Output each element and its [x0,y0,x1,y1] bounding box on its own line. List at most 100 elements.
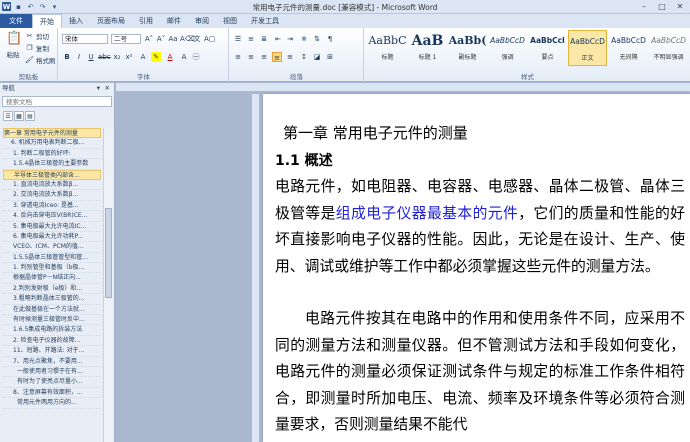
nav-item[interactable]: 1. 直流电流放大系数β... [3,180,101,191]
horizontal-ruler[interactable] [116,83,690,91]
nav-item[interactable]: 6. 机械万用电表判断二极... [3,138,101,149]
phonetic-guide-icon[interactable]: 文 [192,34,202,44]
style-no-spacing[interactable]: AaBbCcD 无间隔 [609,30,648,66]
nav-item[interactable]: 第一章 常用电子元件的测量 [3,128,101,139]
nav-item[interactable]: 3. 穿透电流Iceo: 是基... [3,201,101,212]
tab-review[interactable]: 审阅 [188,14,216,28]
document-page[interactable]: 第一章 常用电子元件的测量 1.1 概述 电路元件，如电阻器、电容器、电感器、晶… [263,94,690,442]
nav-item[interactable]: 2. 检查电子仪器的故障... [3,336,101,347]
show-marks-icon[interactable]: ¶ [325,34,335,44]
style-emphasis[interactable]: AaBbCcD 强调 [488,30,527,66]
nav-item[interactable]: 在此做基极在一个方法就... [3,305,101,316]
format-painter-button[interactable]: 🖌 格式刷 [25,55,55,66]
maximize-icon[interactable]: □ [654,1,670,12]
nav-item[interactable]: 常用元件两用方向的... [3,398,101,409]
nav-item[interactable]: 5. 集电极最大允许电流IC... [3,222,101,232]
borders-icon[interactable]: ⊞ [325,52,335,62]
tab-references[interactable]: 引用 [132,14,160,28]
line-spacing-icon[interactable]: ↕ [299,52,309,62]
bold-icon[interactable]: B [62,52,72,62]
font-size-select[interactable]: 二号 [111,34,141,44]
grow-font-icon[interactable]: A˄ [144,34,154,44]
close-icon[interactable]: ✕ [672,1,688,12]
copy-button[interactable]: ❐ 复制 [25,43,49,54]
multilevel-list-icon[interactable]: ≣ [259,34,269,44]
tab-mailings[interactable]: 邮件 [160,14,188,28]
nav-item[interactable]: 有时候测量三极管时反中... [3,315,101,326]
chapter-heading[interactable]: 第一章 常用电子元件的测量 [283,122,468,143]
nav-item[interactable]: 1. 判断二极管的好坏: [3,149,101,160]
align-right-icon[interactable]: ≡ [259,52,269,62]
nav-item[interactable]: 1.5.5晶体三极管管型和管... [3,253,101,264]
nav-item[interactable]: 6. 集电极最大允许功耗P... [3,232,101,243]
sort-icon[interactable]: ⇅ [312,34,322,44]
headings-view-icon[interactable]: ☰ [3,111,13,121]
tab-home[interactable]: 开始 [32,14,62,28]
font-color-icon[interactable]: A [165,52,175,62]
text-effects-icon[interactable]: A [138,52,148,62]
align-left-icon[interactable]: ≡ [233,52,243,62]
minimize-icon[interactable]: – [636,1,652,12]
nav-scrollbar[interactable] [103,128,113,442]
shading-icon[interactable]: ◪ [312,52,322,62]
nav-item[interactable]: 4. 反向击穿电压V(BR)CE... [3,211,101,222]
pages-view-icon[interactable]: ▦ [14,111,24,121]
superscript-icon[interactable]: x² [124,52,134,62]
align-center-icon[interactable]: ≡ [246,52,256,62]
char-shading-icon[interactable]: A [179,52,189,62]
paste-button[interactable]: 📋 粘贴 [3,31,23,59]
enclose-char-icon[interactable]: ㊀ [191,52,201,62]
strikethrough-icon[interactable]: abc [98,52,111,62]
cut-button[interactable]: ✂ 剪切 [25,31,49,42]
nav-item[interactable]: VCEO、ICM、PCM的值... [3,242,101,253]
nav-item[interactable]: 2. 交流电流放大系数β... [3,190,101,201]
style-subtitle[interactable]: AaBb( 副标题 [448,30,487,66]
style-subtle-emphasis[interactable]: AaBbCcD 不明显强调 [649,30,688,66]
highlight-icon[interactable]: ✎ [151,52,161,62]
nav-item[interactable]: 1.5.4晶体三极管的主要参数 [3,159,101,170]
style-title[interactable]: AaBbC 标题 [368,30,407,66]
numbering-icon[interactable]: ≡ [246,34,256,44]
font-name-select[interactable]: 宋体 [62,34,108,44]
subscript-icon[interactable]: x₂ [112,52,122,62]
chinese-layout-icon[interactable]: ※ [299,34,309,44]
style-heading-1[interactable]: AaB 标题 1 [408,30,447,66]
vertical-ruler[interactable] [252,94,260,442]
body-paragraph-1[interactable]: 电路元件，如电阻器、电容器、电感器、晶体二极管、晶体三极管等是组成电子仪器最基本… [275,174,685,280]
style-strong[interactable]: AaBbCcI 要点 [528,30,567,66]
char-border-icon[interactable]: A▢ [204,34,215,44]
tab-view[interactable]: 视图 [216,14,244,28]
clear-format-icon[interactable]: A⌫ [180,34,195,44]
tab-file[interactable]: 文件 [0,14,32,28]
distributed-icon[interactable]: ≡ [285,52,295,62]
nav-item[interactable]: 3.粗略判断晶体三极管的... [3,294,101,305]
nav-item[interactable]: 根据晶体管P－N结正向... [3,273,101,284]
justify-icon[interactable]: ≡ [272,52,282,62]
decrease-indent-icon[interactable]: ⇤ [273,34,283,44]
nav-scrollbar-thumb[interactable] [105,208,112,298]
underline-icon[interactable]: U [86,52,96,62]
nav-item[interactable]: 11、短路、开路法: 对于... [3,346,101,357]
nav-menu-icon[interactable]: ▾ [97,83,100,94]
nav-close-icon[interactable]: ✕ [105,83,110,94]
nav-item[interactable]: 1. 判别管型和基极（b极... [3,263,101,274]
style-normal[interactable]: AaBbCcD 正文 [568,30,607,66]
tab-developer[interactable]: 开发工具 [244,14,286,28]
nav-item[interactable]: 7、用光点聚焦，不要用... [3,357,101,367]
nav-item[interactable]: 8、注意屏幕有效面积，... [3,388,101,399]
nav-item[interactable]: 1.6.5集成电路的拆装方法 [3,325,101,336]
tab-page-layout[interactable]: 页面布局 [90,14,132,28]
italic-icon[interactable]: I [74,52,84,62]
nav-item[interactable]: 一般使用者习惯于在有... [3,367,101,378]
nav-item[interactable]: 半导体三极管类内部含... [3,169,101,180]
bullets-icon[interactable]: ☰ [233,34,243,44]
nav-item[interactable]: 有时为了使亮点尽量小... [3,377,101,388]
section-heading[interactable]: 1.1 概述 [275,150,333,170]
nav-item[interactable]: 2.判别发射极（e极）和... [3,284,101,295]
body-paragraph-2[interactable]: 电路元件按其在电路中的作用和使用条件不同，应采用不同的测量方法和测量仪器。但不管… [275,306,685,439]
nav-search-input[interactable]: 搜索文档 [2,96,112,107]
increase-indent-icon[interactable]: ⇥ [285,34,295,44]
change-case-icon[interactable]: Aa [168,34,178,44]
shrink-font-icon[interactable]: A˅ [156,34,166,44]
results-view-icon[interactable]: ▤ [25,111,35,121]
